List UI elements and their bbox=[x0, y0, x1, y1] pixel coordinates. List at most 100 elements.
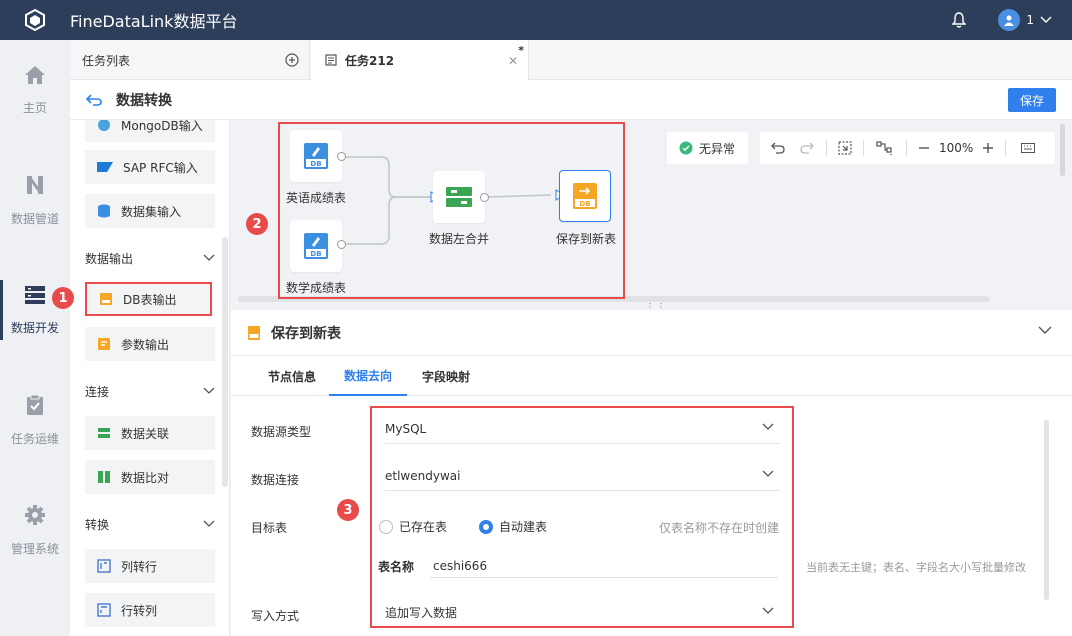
db-output-icon bbox=[99, 292, 113, 306]
chevron-down-icon bbox=[203, 520, 215, 527]
home-icon bbox=[25, 65, 45, 84]
config-scrollbar[interactable] bbox=[1044, 420, 1049, 600]
redo-icon[interactable] bbox=[796, 132, 818, 164]
col-to-row-icon bbox=[97, 559, 111, 573]
db-text: DB bbox=[310, 160, 321, 168]
canvas-scrollbar-vertical[interactable] bbox=[1060, 124, 1065, 176]
group-connect[interactable]: 连接 bbox=[85, 379, 215, 403]
group-label: 转换 bbox=[85, 517, 110, 532]
label-write-mode: 写入方式 bbox=[251, 609, 300, 623]
fit-view-icon[interactable] bbox=[835, 132, 855, 164]
nav-item-ops[interactable]: 任务运维 bbox=[0, 380, 70, 460]
comp-mongodb-input[interactable]: MongoDB输入 bbox=[85, 120, 215, 142]
param-output-icon bbox=[97, 337, 111, 351]
comp-dataset-input[interactable]: 数据集输入 bbox=[85, 194, 215, 228]
add-tab-icon[interactable] bbox=[285, 53, 299, 67]
nav-item-admin[interactable]: 管理系统 bbox=[0, 490, 70, 570]
node-port-output[interactable] bbox=[480, 193, 489, 202]
save-button[interactable]: 保存 bbox=[1008, 88, 1056, 112]
left-nav: 主页 数据管道 数据开发 任务运维 管理系统 bbox=[0, 40, 70, 636]
canvas-toolbar: 100% bbox=[760, 132, 1055, 164]
zoom-out-icon[interactable] bbox=[915, 132, 933, 164]
compare-icon bbox=[97, 470, 111, 484]
subtab-node-info[interactable]: 节点信息 bbox=[253, 356, 331, 396]
node-english-scores[interactable]: DB bbox=[290, 130, 342, 182]
comp-label: 参数输出 bbox=[121, 337, 170, 352]
pipeline-icon bbox=[27, 175, 43, 194]
zoom-in-icon[interactable] bbox=[979, 132, 997, 164]
group-data-output[interactable]: 数据输出 bbox=[85, 246, 215, 270]
highlight-box-config bbox=[370, 406, 794, 628]
node-left-merge[interactable] bbox=[433, 171, 485, 223]
join-icon bbox=[97, 426, 111, 440]
join-icon bbox=[446, 187, 472, 207]
comp-label: 行转列 bbox=[121, 603, 158, 618]
nav-label: 数据管道 bbox=[10, 211, 59, 226]
task-icon bbox=[325, 54, 337, 66]
node-label-english: 英语成绩表 bbox=[286, 191, 347, 205]
row-to-col-icon bbox=[97, 603, 111, 617]
bell-icon[interactable] bbox=[944, 0, 974, 40]
subtab-field-mapping[interactable]: 字段映射 bbox=[407, 356, 485, 396]
comp-data-join[interactable]: 数据关联 bbox=[85, 416, 215, 450]
mongodb-icon bbox=[97, 120, 111, 132]
nav-label: 数据开发 bbox=[10, 320, 59, 335]
nav-item-dev[interactable]: 数据开发 bbox=[0, 270, 70, 350]
comp-label: MongoDB输入 bbox=[121, 120, 203, 133]
comp-db-table-output[interactable]: DB表输出 bbox=[85, 282, 212, 316]
user-menu[interactable]: 1 bbox=[998, 9, 1052, 31]
undo-icon[interactable] bbox=[760, 132, 796, 164]
nav-item-pipeline[interactable]: 数据管道 bbox=[0, 160, 70, 240]
modified-indicator: * bbox=[518, 44, 524, 57]
group-transform[interactable]: 转换 bbox=[85, 512, 215, 536]
comp-col-to-row[interactable]: 列转行 bbox=[85, 549, 215, 583]
node-label-save: 保存到新表 bbox=[556, 232, 617, 246]
group-label: 数据输出 bbox=[85, 251, 134, 266]
collapse-chevron-icon[interactable] bbox=[1038, 325, 1052, 335]
node-port-output[interactable] bbox=[337, 152, 346, 161]
tab-task-list[interactable]: 任务列表 bbox=[70, 40, 310, 80]
nav-label: 主页 bbox=[22, 100, 47, 115]
tab-label: 任务212 bbox=[345, 53, 395, 68]
comp-sap-rfc-input[interactable]: SAP RFC输入 bbox=[85, 150, 215, 184]
node-port-output[interactable] bbox=[337, 240, 346, 249]
db-text: DB bbox=[579, 200, 590, 208]
comp-param-output[interactable]: 参数输出 bbox=[85, 327, 215, 361]
avatar bbox=[998, 9, 1021, 31]
tab-bar: 任务列表 任务212 ✕ * bbox=[70, 40, 1072, 80]
callout-badge-2: 2 bbox=[246, 213, 268, 235]
db-input-icon: DB bbox=[304, 233, 328, 259]
comp-label: 数据集输入 bbox=[121, 204, 182, 219]
zoom-level: 100% bbox=[939, 141, 974, 155]
nav-label: 管理系统 bbox=[10, 541, 59, 556]
subtab-data-destination[interactable]: 数据去向 bbox=[329, 356, 407, 396]
user-name: 1 bbox=[1026, 13, 1034, 27]
comp-label: 列转行 bbox=[121, 559, 158, 574]
nav-item-home[interactable]: 主页 bbox=[0, 50, 70, 130]
node-label-math: 数学成绩表 bbox=[286, 281, 347, 295]
comp-data-compare[interactable]: 数据比对 bbox=[85, 460, 215, 494]
keyboard-icon[interactable] bbox=[1014, 132, 1042, 164]
layout-icon[interactable] bbox=[872, 132, 898, 164]
chevron-down-icon bbox=[203, 387, 215, 394]
node-math-scores[interactable]: DB bbox=[290, 220, 342, 272]
validation-status[interactable]: 无异常 bbox=[667, 132, 748, 164]
app-logo-icon[interactable] bbox=[0, 0, 70, 40]
comp-row-to-col[interactable]: 行转列 bbox=[85, 593, 215, 627]
label-connection: 数据连接 bbox=[251, 473, 300, 487]
panel-scrollbar[interactable] bbox=[222, 237, 228, 487]
close-icon[interactable]: ✕ bbox=[508, 54, 518, 68]
node-save-new-table[interactable]: DB bbox=[559, 170, 611, 222]
tab-task-212[interactable]: 任务212 ✕ * bbox=[311, 40, 529, 80]
chevron-down-icon bbox=[203, 254, 215, 261]
config-header: 保存到新表 bbox=[231, 310, 1072, 356]
db-output-icon bbox=[247, 325, 261, 341]
back-arrow-icon[interactable] bbox=[86, 93, 102, 106]
gear-icon bbox=[25, 504, 45, 525]
tab-label: 任务列表 bbox=[82, 53, 131, 68]
component-panel: MongoDB输入 SAP RFC输入 数据集输入 数据输出 DB表输出 参数输… bbox=[70, 120, 230, 636]
group-label: 连接 bbox=[85, 384, 110, 399]
node-label-merge: 数据左合并 bbox=[429, 232, 490, 246]
config-title: 保存到新表 bbox=[271, 325, 341, 342]
comp-label: SAP RFC输入 bbox=[123, 160, 198, 175]
